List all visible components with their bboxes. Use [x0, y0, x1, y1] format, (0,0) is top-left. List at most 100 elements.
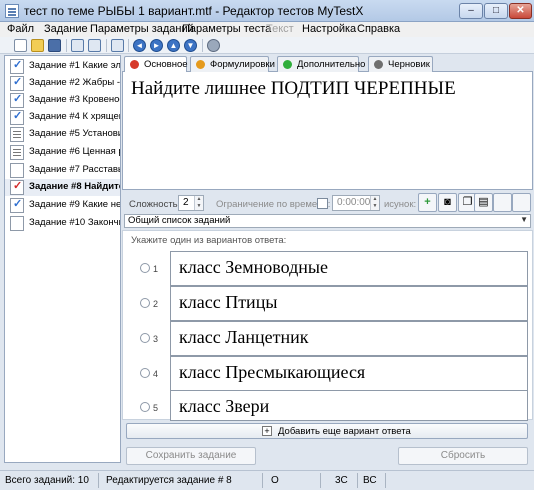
- delete-task-icon[interactable]: [88, 39, 101, 52]
- complexity-stepper[interactable]: 2 ▲ ▼: [178, 195, 204, 211]
- new-icon[interactable]: [14, 39, 27, 52]
- task-label: Задание #7 Расставьте в: [29, 164, 120, 175]
- chevron-down-icon[interactable]: ▼: [520, 215, 528, 224]
- task-label: Задание #5 Установите: [29, 128, 120, 139]
- menu-task[interactable]: Задание: [44, 23, 88, 35]
- task-item[interactable]: Задание #4 К хрящевым: [5, 109, 120, 126]
- task-check-icon: [10, 109, 24, 125]
- tab-draft[interactable]: Черновик: [368, 56, 433, 72]
- close-button[interactable]: ✕: [509, 3, 532, 19]
- picture-slot[interactable]: [512, 193, 531, 212]
- answer-row: 5 класс Звери: [123, 390, 534, 423]
- task-item[interactable]: Задание #7 Расставьте в: [5, 162, 120, 179]
- task-item-selected[interactable]: Задание #8 Найдите: [5, 179, 120, 196]
- task-item[interactable]: Задание #10 Закончите: [5, 215, 120, 232]
- task-label: Задание #1 Какие элеме: [29, 60, 121, 71]
- add-answer-button[interactable]: + Добавить еще вариант ответа: [126, 423, 528, 439]
- up-icon[interactable]: ▲: [167, 39, 180, 52]
- status-total: Всего заданий: 10: [5, 475, 89, 486]
- tab-main[interactable]: Основное: [124, 56, 188, 73]
- answer-text: класс Звери: [179, 396, 270, 416]
- maximize-button[interactable]: □: [484, 3, 508, 19]
- task-check-icon: [10, 75, 24, 91]
- prev-icon[interactable]: ◄: [133, 39, 146, 52]
- answer-text-field[interactable]: класс Ланцетник: [170, 321, 528, 356]
- add-task-icon[interactable]: [71, 39, 84, 52]
- tab-label: Формулировки: [210, 59, 275, 70]
- task-list-dropdown[interactable]: Общий список заданий ▼: [124, 214, 531, 228]
- menu-file[interactable]: Файл: [7, 23, 34, 35]
- task-item[interactable]: Задание #3 Кровеносна: [5, 92, 120, 109]
- tab-label: Основное: [144, 59, 188, 70]
- task-item[interactable]: Задание #9 Какие нервы: [5, 197, 121, 214]
- tab-additional[interactable]: Дополнительно: [277, 56, 365, 72]
- wordings-dot-icon: [196, 60, 205, 69]
- status-separator: [385, 473, 386, 488]
- menu-help[interactable]: Справка: [357, 23, 400, 35]
- task-item[interactable]: Задание #5 Установите: [5, 126, 120, 143]
- tab-label: Черновик: [388, 59, 430, 70]
- answer-text-field[interactable]: класс Пресмыкающиеся: [170, 356, 528, 391]
- copy-task-icon[interactable]: [111, 39, 124, 52]
- toolbar-separator: [202, 39, 203, 52]
- answer-radio[interactable]: [140, 368, 150, 378]
- answer-radio[interactable]: [140, 402, 150, 412]
- minimize-button[interactable]: –: [459, 3, 483, 19]
- task-check-icon: [10, 92, 24, 108]
- task-item[interactable]: Задание #6 Ценная рыба: [5, 144, 120, 161]
- answer-text: класс Земноводные: [179, 257, 328, 277]
- answer-text-field[interactable]: класс Звери: [170, 390, 528, 421]
- add-picture-icon[interactable]: +: [418, 193, 437, 212]
- camera-icon[interactable]: ◙: [438, 193, 457, 212]
- down-icon[interactable]: ▼: [184, 39, 197, 52]
- answer-radio[interactable]: [140, 298, 150, 308]
- menu-test-params[interactable]: Параметры теста: [182, 23, 271, 35]
- task-check-icon: [10, 197, 24, 213]
- task-item[interactable]: Задание #2 Жабры - это: [5, 75, 121, 92]
- next-icon[interactable]: ►: [150, 39, 163, 52]
- task-check-icon: [10, 179, 24, 195]
- status-separator: [357, 473, 358, 488]
- main-dot-icon: [130, 60, 139, 69]
- paste-icon[interactable]: ▤: [474, 193, 493, 212]
- settings-icon[interactable]: [207, 39, 220, 52]
- menu-text[interactable]: Текст: [266, 23, 294, 35]
- time-value: 0:00:00: [337, 197, 371, 208]
- answer-number: 5: [153, 403, 159, 413]
- save-task-button[interactable]: Сохранить задание: [126, 447, 256, 465]
- status-zs: 3С: [335, 475, 348, 486]
- answer-text: класс Ланцетник: [179, 327, 309, 347]
- task-editor: Основное Формулировки Дополнительно Черн…: [122, 55, 533, 465]
- answer-radio[interactable]: [140, 333, 150, 343]
- answer-radio[interactable]: [140, 263, 150, 273]
- status-bar: Всего заданий: 10 Редактируется задание …: [0, 470, 534, 490]
- stepper-arrows-icon[interactable]: ▲ ▼: [194, 196, 203, 210]
- task-label: Задание #6 Ценная рыба: [29, 146, 120, 157]
- time-limit-checkbox[interactable]: [317, 198, 328, 209]
- save-icon[interactable]: [48, 39, 61, 52]
- answer-number: 4: [153, 369, 159, 379]
- toolbar-separator: [128, 39, 129, 52]
- answer-text-field[interactable]: класс Земноводные: [170, 251, 528, 286]
- task-document-icon: [10, 163, 24, 178]
- reset-button[interactable]: Сбросить: [398, 447, 528, 465]
- answer-hint: Укажите один из вариантов ответа:: [131, 235, 287, 246]
- time-limit-field[interactable]: 0:00:00 ▲ ▼: [332, 195, 380, 211]
- open-icon[interactable]: [31, 39, 44, 52]
- task-item[interactable]: Задание #1 Какие элеме: [5, 58, 121, 75]
- menu-settings[interactable]: Настройка: [302, 23, 356, 35]
- task-label: Задание #9 Какие нервы: [29, 199, 121, 210]
- answer-text-field[interactable]: класс Птицы: [170, 286, 528, 321]
- menu-task-params[interactable]: Параметры заданий: [90, 23, 194, 35]
- task-label: Задание #2 Жабры - это: [29, 77, 121, 88]
- stepper-arrows-icon[interactable]: ▲ ▼: [370, 196, 379, 210]
- answer-number: 1: [153, 264, 159, 274]
- picture-slot[interactable]: [493, 193, 512, 212]
- status-separator: [320, 473, 321, 488]
- status-separator: [262, 473, 263, 488]
- question-text-area[interactable]: Найдите лишнее ПОДТИП ЧЕРЕПНЫЕ: [122, 72, 533, 190]
- task-label: Задание #3 Кровеносна: [29, 94, 120, 105]
- editor-tabs: Основное Формулировки Дополнительно Черн…: [122, 55, 533, 73]
- tab-wordings[interactable]: Формулировки: [190, 56, 275, 72]
- menu-bar: Файл Задание Параметры заданий Параметры…: [0, 22, 534, 37]
